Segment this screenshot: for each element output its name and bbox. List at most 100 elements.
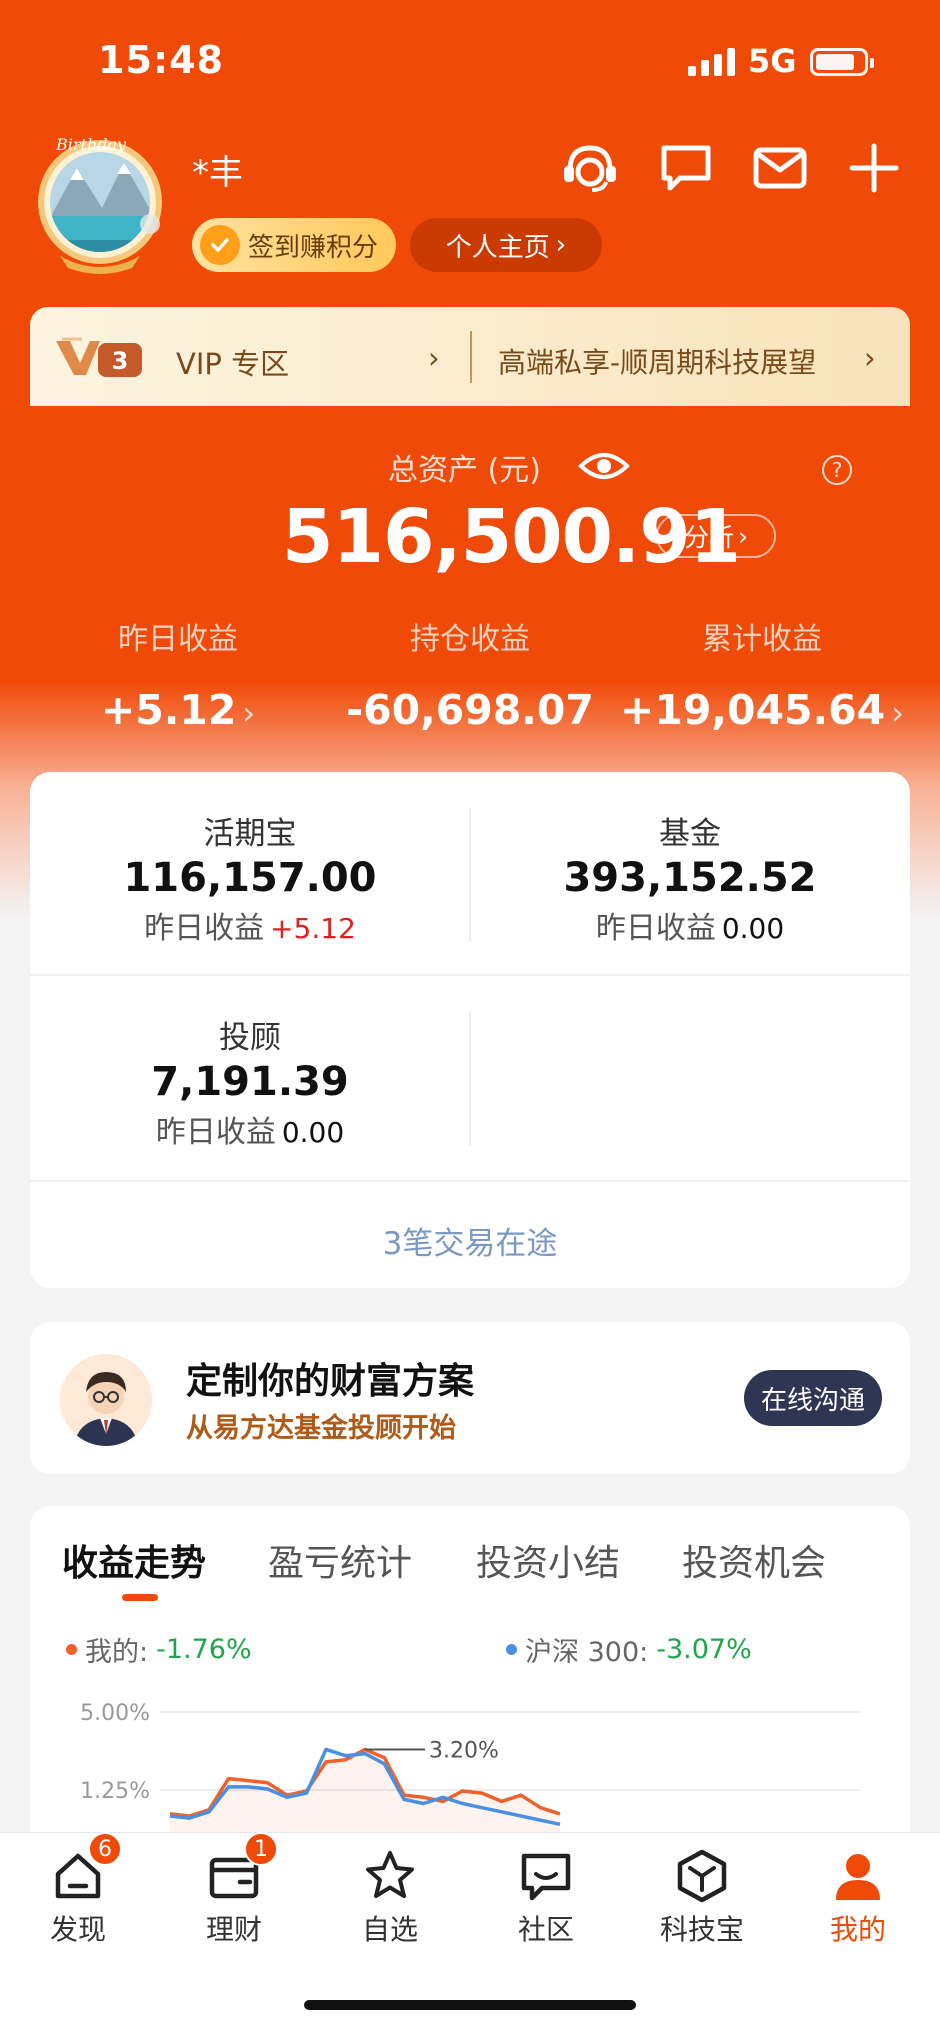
y-tick-label: 1.25% [80,1779,150,1804]
total-assets-label: 总资产 (元) [388,453,541,488]
holding-name: 基金 [659,816,721,852]
stat-yesterday[interactable]: 昨日收益 +5.12 › [28,614,328,734]
tabbar-label: 我的 [829,1913,886,1946]
annotation-label: 3.20% [429,1738,499,1763]
community-icon [516,1846,576,1906]
holding-name: 投顾 [219,1020,281,1056]
in-transit-link[interactable]: 3笔交易在途 [30,1192,910,1288]
avatar[interactable]: Birthday [32,128,168,274]
divider [30,974,910,976]
tabbar-label: 自选 [361,1913,418,1946]
legend-name: 我的: [85,1637,149,1668]
signal-icon [688,46,735,76]
username: *丰 [192,153,243,193]
notification-badge: 1 [244,1832,278,1866]
eye-icon[interactable] [578,448,630,484]
advisor-card[interactable]: 定制你的财富方案 从易方达基金投顾开始 在线沟通 [30,1322,910,1474]
tabbar-label: 科技宝 [659,1913,744,1946]
stat-label: 昨日收益 [118,622,238,657]
chevron-right-icon: › [555,230,567,260]
mail-icon[interactable] [750,140,810,196]
stat-holding: 持仓收益 -60,698.07 [320,614,620,734]
customer-service-icon[interactable] [560,140,620,196]
holding-amount: 393,152.52 [563,855,817,901]
home-icon: 6 [48,1832,122,1906]
vip-zone-label: VIP 专区 [176,347,290,381]
legend-benchmark: 沪深 300: -3.07% [506,1630,752,1669]
tabbar-label: 发现 [49,1913,106,1946]
home-indicator [304,2000,636,2010]
holding-sub-value: 0.00 [281,1116,345,1149]
chevron-right-icon: › [891,694,904,732]
tab-profit-loss[interactable]: 盈亏统计 [268,1534,412,1586]
vip-promo-link[interactable]: 高端私享-顺周期科技展望 [498,341,816,381]
tab-investment-opportunity[interactable]: 投资机会 [682,1534,826,1586]
holding-advisory[interactable]: 投顾 7,191.39 昨日收益 0.00 [30,1012,470,1151]
stat-value: +5.12 [100,686,237,734]
notification-badge: 6 [88,1832,122,1866]
legend-dot [506,1644,517,1655]
legend-name: 沪深 300: [525,1637,649,1668]
holding-sub-value: 0.00 [721,912,785,945]
holding-sub-label: 昨日收益 [144,911,265,946]
vip-level-badge: 3 [52,335,144,381]
analyze-button[interactable]: 分析 › [656,514,776,558]
network-label: 5G [748,42,797,80]
tab-earnings-trend[interactable]: 收益走势 [62,1534,206,1586]
tabbar-label: 社区 [517,1913,574,1946]
y-tick-label: 5.00% [80,1701,150,1726]
stat-label: 持仓收益 [410,622,530,657]
tabbar-item-mine[interactable]: 我的 [798,1846,918,1948]
chevron-right-icon: › [428,341,440,375]
chat-online-button[interactable]: 在线沟通 [744,1370,882,1426]
homepage-button[interactable]: 个人主页 › [410,218,602,272]
cube-icon [672,1846,732,1906]
divider [30,1180,910,1182]
wallet-icon: 1 [204,1832,278,1906]
stat-value: +19,045.64 [620,686,886,734]
banner-seam [0,406,940,410]
holding-sub-label: 昨日收益 [595,911,716,946]
legend-mine: 我的: -1.76% [66,1630,252,1669]
holding-amount: 116,157.00 [123,855,377,901]
tabbar-item-techbao[interactable]: 科技宝 [642,1846,762,1948]
homepage-label: 个人主页 [445,232,550,263]
star-icon [360,1846,420,1906]
earnings-trend-chart: 5.00% 1.25% 3.20% [80,1701,860,1846]
chevron-right-icon: › [864,341,876,375]
checkin-icon [200,225,240,265]
holding-fund[interactable]: 基金 393,152.52 昨日收益 0.00 [470,808,910,947]
tabbar-item-watchlist[interactable]: 自选 [330,1846,450,1948]
plus-icon[interactable] [846,140,906,196]
trend-card: 收益走势 盈亏统计 投资小结 投资机会 我的: -1.76% 沪深 300: -3.… [30,1506,910,1846]
vip-banner[interactable]: 3 VIP 专区 › 高端私享-顺周期科技展望 › [30,307,910,407]
tabbar-item-discover[interactable]: 6 发现 [18,1832,138,1948]
legend-value: -3.07% [656,1634,752,1665]
analyze-label: 分析 [683,523,734,552]
avatar-caption: Birthday [55,135,127,154]
battery-icon [810,48,874,76]
legend-value: -1.76% [156,1634,252,1665]
stat-cumulative[interactable]: 累计收益 +19,045.64 › [612,614,912,734]
chevron-right-icon: › [738,521,748,551]
user-icon [828,1846,888,1906]
tabbar-item-finance[interactable]: 1 理财 [174,1832,294,1948]
stat-value: -60,698.07 [346,686,594,734]
active-tab-indicator [122,1594,158,1601]
vip-divider [470,331,472,383]
chevron-right-icon: › [242,694,256,732]
checkin-button[interactable]: 签到赚积分 [192,218,396,272]
advisor-title: 定制你的财富方案 [186,1361,475,1402]
holdings-card: 活期宝 116,157.00 昨日收益 +5.12 基金 393,152.52 昨… [30,772,910,1288]
holding-sub-value: +5.12 [270,912,356,945]
chat-icon[interactable] [656,140,716,196]
tab-investment-summary[interactable]: 投资小结 [476,1534,620,1586]
holding-amount: 7,191.39 [151,1059,349,1105]
tabbar-item-community[interactable]: 社区 [486,1846,606,1948]
vip-level: 3 [112,347,129,375]
holding-current-deposit[interactable]: 活期宝 116,157.00 昨日收益 +5.12 [30,808,470,947]
status-time: 15:48 [98,38,224,82]
divider [469,1012,471,1146]
help-icon[interactable]: ? [822,455,852,485]
advisor-avatar [60,1354,152,1446]
